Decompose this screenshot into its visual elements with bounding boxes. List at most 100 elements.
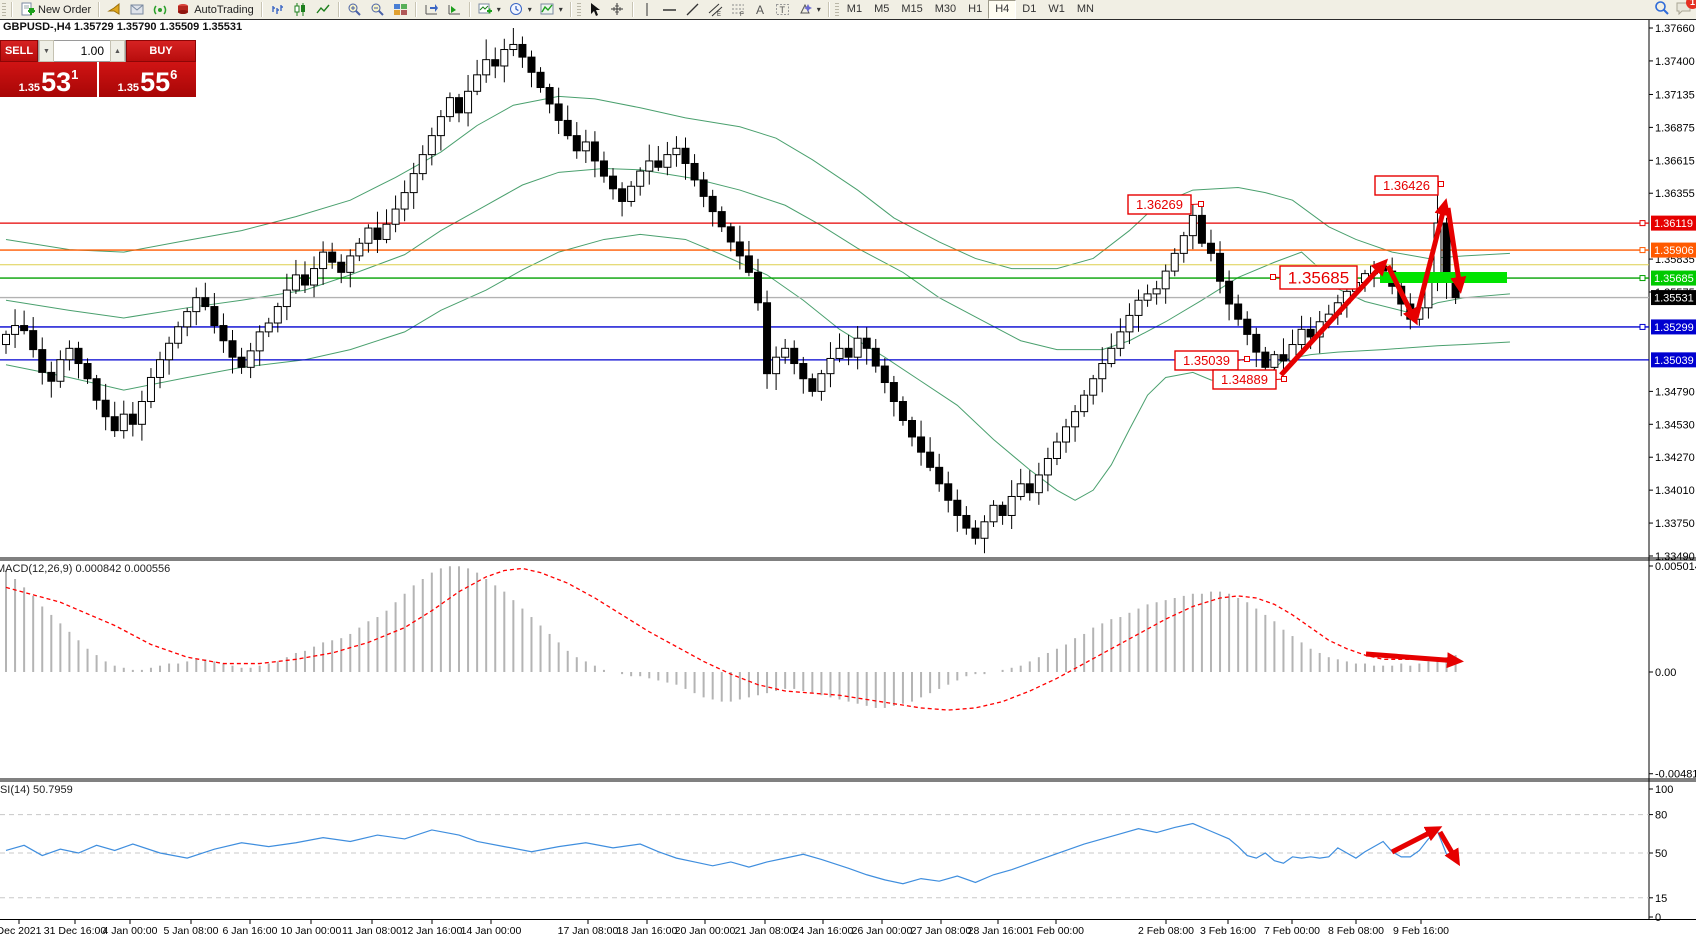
volume-stepper[interactable]: ▼ 1.00 ▲	[38, 40, 126, 62]
svg-text:27 Jan 08:00: 27 Jan 08:00	[911, 925, 972, 937]
tab-timeframe-d1[interactable]: D1	[1016, 1, 1042, 18]
period-button[interactable]: ▾	[505, 0, 536, 20]
svg-text:2 Feb 08:00: 2 Feb 08:00	[1138, 925, 1194, 937]
separator	[828, 2, 830, 17]
svg-text:7 Feb 00:00: 7 Feb 00:00	[1264, 925, 1320, 937]
vertical-line-tool-button[interactable]	[637, 0, 658, 20]
clock-icon	[509, 2, 524, 17]
auto-scroll-button[interactable]	[443, 0, 466, 20]
candlestick-series	[3, 28, 1460, 553]
new-chart-icon	[478, 2, 493, 17]
tab-timeframe-h4[interactable]: H4	[988, 0, 1016, 19]
svg-text:17 Jan 08:00: 17 Jan 08:00	[558, 925, 619, 937]
autotrading-button[interactable]: AutoTrading	[172, 0, 258, 20]
channel-tool-button[interactable]: E	[704, 0, 727, 20]
svg-text:1.35299: 1.35299	[1654, 322, 1694, 334]
indicators-button[interactable]: ▾	[536, 0, 567, 20]
separator	[11, 2, 13, 17]
svg-text:1.35039: 1.35039	[1654, 355, 1694, 367]
arrows-tool-button[interactable]: ▾	[794, 0, 825, 20]
svg-text:31 Dec 16:00: 31 Dec 16:00	[44, 925, 107, 937]
tile-windows-button[interactable]	[389, 0, 412, 20]
new-chart-button[interactable]: ▾	[474, 0, 505, 20]
tile-windows-icon	[393, 2, 408, 17]
crosshair-tool-button[interactable]	[606, 0, 629, 20]
svg-text:0.005014: 0.005014	[1655, 561, 1696, 573]
chart-shift-button[interactable]	[420, 0, 443, 20]
tab-timeframe-h1[interactable]: H1	[962, 1, 988, 18]
zoom-in-icon	[347, 2, 362, 17]
svg-text:21 Jan 08:00: 21 Jan 08:00	[735, 925, 796, 937]
text-label-tool-button[interactable]: T	[771, 0, 794, 20]
svg-text:14 Jan 00:00: 14 Jan 00:00	[461, 925, 522, 937]
svg-text:1.37135: 1.37135	[1655, 89, 1695, 101]
svg-text:15: 15	[1655, 893, 1667, 905]
horn-icon	[107, 2, 122, 17]
alerts-horn-button[interactable]	[103, 0, 126, 20]
macd-indicator-label: MACD(12,26,9) 0.000842 0.000556	[0, 563, 170, 575]
separator	[98, 2, 100, 17]
toolbar-grip[interactable]	[835, 3, 839, 17]
signal-icon	[153, 2, 168, 17]
svg-text:9 Feb 16:00: 9 Feb 16:00	[1393, 925, 1449, 937]
chart-canvas[interactable]: 1.376601.374001.371351.368751.366151.363…	[0, 0, 1696, 939]
svg-text:0: 0	[1655, 912, 1661, 924]
ask-price-panel[interactable]: 1.35 55 6	[99, 62, 196, 97]
bar-chart-mode-button[interactable]	[266, 0, 289, 20]
tab-timeframe-mn[interactable]: MN	[1071, 1, 1100, 18]
sell-button[interactable]: SELL	[0, 40, 38, 62]
toolbar-grip[interactable]	[577, 3, 581, 17]
tab-timeframe-w1[interactable]: W1	[1042, 1, 1071, 18]
tab-timeframe-m15[interactable]: M15	[895, 1, 928, 18]
svg-text:1.35906: 1.35906	[1654, 245, 1694, 257]
new-order-button[interactable]: New Order	[16, 0, 95, 20]
svg-text:T: T	[779, 5, 785, 15]
annotations: 1.362691.364261.356851.350391.34889	[1128, 176, 1507, 861]
zoom-in-button[interactable]	[343, 0, 366, 20]
svg-text:1.36875: 1.36875	[1655, 122, 1695, 134]
notifications-button[interactable]: 1	[1676, 1, 1692, 18]
chevron-down-icon: ▾	[528, 5, 532, 14]
ask-price-big: 55	[140, 70, 170, 95]
cursor-icon	[587, 2, 602, 17]
fibonacci-tool-button[interactable]: F	[727, 0, 750, 20]
chart-shift-icon	[424, 2, 439, 17]
svg-text:1.37660: 1.37660	[1655, 23, 1695, 35]
tab-timeframe-m1[interactable]: M1	[841, 1, 868, 18]
line-chart-mode-button[interactable]	[312, 0, 335, 20]
tab-timeframe-m5[interactable]: M5	[868, 1, 895, 18]
bid-price-panel[interactable]: 1.35 53 1	[0, 62, 97, 97]
volume-up-icon[interactable]: ▲	[110, 40, 125, 62]
autotrading-label: AutoTrading	[194, 4, 254, 16]
chevron-down-icon: ▾	[559, 5, 563, 14]
svg-text:1.35685: 1.35685	[1654, 273, 1694, 285]
trendline-tool-button[interactable]	[681, 0, 704, 20]
search-icon[interactable]	[1654, 0, 1670, 19]
svg-text:0.00: 0.00	[1655, 667, 1676, 679]
candlestick-mode-button[interactable]	[289, 0, 312, 20]
zoom-out-button[interactable]	[366, 0, 389, 20]
svg-text:-0.004812: -0.004812	[1655, 769, 1696, 781]
auto-scroll-icon	[447, 2, 462, 17]
buy-button[interactable]: BUY	[126, 40, 196, 62]
svg-text:80: 80	[1655, 810, 1667, 822]
one-click-trading-widget: SELL ▼ 1.00 ▲ BUY 1.35 53 1 1.35 55 6	[0, 40, 196, 97]
toolbar-grip[interactable]	[2, 3, 6, 17]
cursor-tool-button[interactable]	[583, 0, 606, 20]
new-order-icon	[20, 2, 35, 17]
mail-icon	[130, 2, 145, 17]
fibonacci-icon: F	[731, 2, 746, 17]
signal-button[interactable]	[149, 0, 172, 20]
volume-value[interactable]: 1.00	[54, 44, 110, 58]
svg-text:20 Jan 00:00: 20 Jan 00:00	[675, 925, 736, 937]
new-order-label: New Order	[38, 4, 91, 16]
svg-text:1.33750: 1.33750	[1655, 518, 1695, 530]
bid-price-small: 1.35	[19, 81, 40, 95]
horizontal-line-tool-button[interactable]	[658, 0, 681, 20]
mail-button[interactable]	[126, 0, 149, 20]
text-tool-button[interactable]: A	[750, 0, 771, 20]
volume-down-icon[interactable]: ▼	[39, 40, 54, 62]
tab-timeframe-m30[interactable]: M30	[929, 1, 962, 18]
svg-text:6 Jan 16:00: 6 Jan 16:00	[223, 925, 278, 937]
separator	[415, 2, 417, 17]
